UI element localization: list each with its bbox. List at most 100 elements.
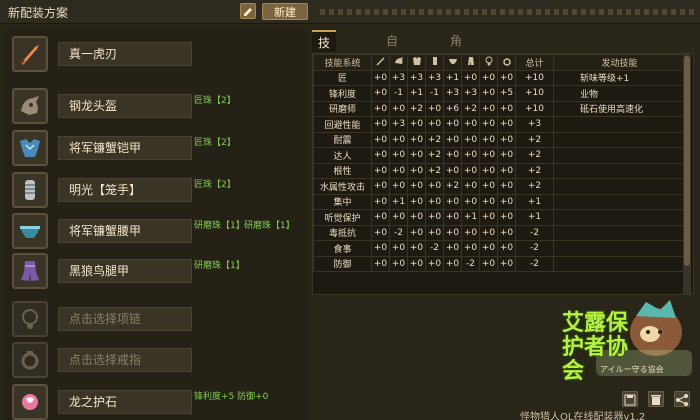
skill-name-cell: 听觉保护 bbox=[313, 209, 372, 226]
skill-table-scrollbar[interactable] bbox=[683, 54, 691, 294]
activated-skill-cell: 业物 bbox=[553, 85, 686, 102]
skill-table: 技能系统 总计 发动技能 匠 +0 +3 +3 +3 +1 +0 +0 +0 +10 斩味等级+1 锋… bbox=[313, 54, 686, 272]
skill-value-cell: +0 bbox=[443, 240, 462, 257]
leg-armor-icon bbox=[12, 253, 48, 289]
airu-protector-logo: 艾露保护者协会 アイルー守る協会 bbox=[556, 300, 696, 384]
skill-value-cell: +0 bbox=[371, 178, 390, 195]
scrollbar-thumb[interactable] bbox=[684, 56, 690, 266]
skill-row: 水属性攻击 +0 +0 +0 +0 +2 +0 +0 +0 +2 bbox=[313, 178, 686, 195]
skill-value-cell: +0 bbox=[497, 178, 516, 195]
skill-value-cell: +0 bbox=[479, 255, 498, 272]
gauntlet-name[interactable]: 明光【笼手】 bbox=[58, 178, 192, 202]
equip-row-necklace[interactable]: 点击选择项链 bbox=[4, 301, 308, 337]
skill-row: 匠 +0 +3 +3 +3 +1 +0 +0 +0 +10 斩味等级+1 bbox=[313, 69, 686, 86]
talisman-slot-0: 锋利度+5 防御+0 bbox=[194, 392, 269, 402]
skill-value-cell: +0 bbox=[479, 131, 498, 148]
skill-value-cell: +2 bbox=[425, 162, 444, 179]
tab-skill-details[interactable]: 技能详情 bbox=[312, 30, 337, 116]
skill-row: 根性 +0 +0 +0 +2 +0 +0 +0 +0 +2 bbox=[313, 162, 686, 179]
equip-row-chest[interactable]: 将军镰蟹铠甲 匠珠【2】 bbox=[4, 130, 308, 166]
delete-button[interactable] bbox=[648, 391, 664, 407]
skill-value-cell: +0 bbox=[425, 255, 444, 272]
waist-armor-name[interactable]: 将军镰蟹腰甲 bbox=[58, 219, 192, 243]
share-button[interactable] bbox=[674, 391, 690, 407]
equip-row-waist[interactable]: 将军镰蟹腰甲 研磨珠【1】 研磨珠【1】 bbox=[4, 213, 308, 249]
skill-value-cell: +0 bbox=[479, 240, 498, 257]
skill-row: 食事 +0 +0 +0 -2 +0 +0 +0 +0 -2 bbox=[313, 240, 686, 257]
skill-value-cell: +0 bbox=[371, 162, 390, 179]
skill-value-cell: +3 bbox=[389, 116, 408, 133]
skill-value-cell: +0 bbox=[407, 193, 426, 210]
skill-value-cell: +0 bbox=[389, 209, 408, 226]
skill-row: 防御 +0 +0 +0 +0 +0 -2 +0 +0 -2 bbox=[313, 255, 686, 272]
skill-value-cell: +0 bbox=[407, 209, 426, 226]
save-icon bbox=[624, 394, 636, 406]
skill-value-cell: +0 bbox=[443, 131, 462, 148]
skill-value-cell: +1 bbox=[407, 85, 426, 102]
chest-column-icon bbox=[407, 54, 426, 71]
save-button[interactable] bbox=[622, 391, 638, 407]
necklace-icon bbox=[12, 301, 48, 337]
skill-value-cell: +0 bbox=[479, 224, 498, 241]
equip-row-ring[interactable]: 点击选择戒指 bbox=[4, 342, 308, 378]
skill-total-cell: +10 bbox=[515, 100, 554, 117]
activated-skill-cell bbox=[553, 116, 686, 133]
skill-value-cell: +0 bbox=[371, 224, 390, 241]
skill-total-cell: +2 bbox=[515, 147, 554, 164]
equip-row-legs[interactable]: 黑狼鸟腿甲 研磨珠【1】 bbox=[4, 253, 308, 289]
equip-row-helmet[interactable]: 钢龙头盔 匠珠【2】 bbox=[4, 88, 308, 124]
chest-armor-name[interactable]: 将军镰蟹铠甲 bbox=[58, 136, 192, 160]
skill-value-cell: +0 bbox=[443, 116, 462, 133]
edit-button[interactable] bbox=[240, 3, 256, 19]
activated-skill-cell bbox=[553, 209, 686, 226]
skill-value-cell: +0 bbox=[425, 193, 444, 210]
skill-value-cell: +0 bbox=[407, 131, 426, 148]
skill-value-cell: +0 bbox=[443, 255, 462, 272]
activated-skill-cell bbox=[553, 147, 686, 164]
equip-row-weapon[interactable]: 真一虎刃 bbox=[4, 36, 308, 72]
skill-name-cell: 水属性攻击 bbox=[313, 178, 372, 195]
equip-row-gauntlet[interactable]: 明光【笼手】 匠珠【2】 bbox=[4, 172, 308, 208]
talisman-name[interactable]: 龙之护石 bbox=[58, 390, 192, 414]
skill-value-cell: +2 bbox=[425, 131, 444, 148]
leg-armor-name[interactable]: 黑狼鸟腿甲 bbox=[58, 259, 192, 283]
gauntlet-column-icon bbox=[425, 54, 444, 71]
talisman-icon bbox=[12, 384, 48, 420]
ring-name[interactable]: 点击选择戒指 bbox=[58, 348, 192, 372]
pencil-icon bbox=[244, 8, 252, 16]
skill-value-cell: +0 bbox=[389, 100, 408, 117]
skill-value-cell: +0 bbox=[497, 131, 516, 148]
skill-value-cell: +0 bbox=[479, 116, 498, 133]
skill-name-cell: 回避性能 bbox=[313, 116, 372, 133]
skill-name-cell: 集中 bbox=[313, 193, 372, 210]
skill-value-cell: +6 bbox=[443, 100, 462, 117]
skill-value-cell: +0 bbox=[407, 162, 426, 179]
skill-value-cell: +0 bbox=[497, 224, 516, 241]
skill-value-cell: +0 bbox=[461, 131, 480, 148]
activated-skill-cell: 斩味等级+1 bbox=[553, 69, 686, 86]
new-button[interactable]: 新建 bbox=[262, 3, 308, 20]
skill-value-cell: +2 bbox=[461, 100, 480, 117]
skill-value-cell: +0 bbox=[371, 100, 390, 117]
skill-value-cell: +3 bbox=[407, 69, 426, 86]
skill-row: 毒抵抗 +0 -2 +0 +0 +0 +0 +0 +0 -2 bbox=[313, 224, 686, 241]
helmet-name[interactable]: 钢龙头盔 bbox=[58, 94, 192, 118]
skill-name-cell: 食事 bbox=[313, 240, 372, 257]
tab-auto-equip[interactable]: 自动配装 bbox=[380, 30, 404, 114]
necklace-name[interactable]: 点击选择项链 bbox=[58, 307, 192, 331]
skill-value-cell: +0 bbox=[389, 147, 408, 164]
ring-column-icon bbox=[497, 54, 516, 71]
skill-value-cell: +0 bbox=[497, 147, 516, 164]
skill-value-cell: +0 bbox=[461, 178, 480, 195]
chest-armor-icon bbox=[12, 130, 48, 166]
new-button-label: 新建 bbox=[274, 5, 296, 19]
skill-row: 研磨师 +0 +0 +2 +0 +6 +2 +0 +0 +10 砥石使用高速化 bbox=[313, 100, 686, 117]
equip-row-talisman[interactable]: 龙之护石 锋利度+5 防御+0 bbox=[4, 384, 308, 420]
legs-slot-0: 研磨珠【1】 bbox=[194, 261, 245, 271]
skill-value-cell: +0 bbox=[443, 209, 462, 226]
skill-value-cell: +0 bbox=[497, 100, 516, 117]
skill-value-cell: +3 bbox=[461, 85, 480, 102]
tab-character-info[interactable]: 角色信息 bbox=[444, 30, 468, 114]
weapon-name[interactable]: 真一虎刃 bbox=[58, 42, 192, 66]
skill-name-cell: 匠 bbox=[313, 69, 372, 86]
